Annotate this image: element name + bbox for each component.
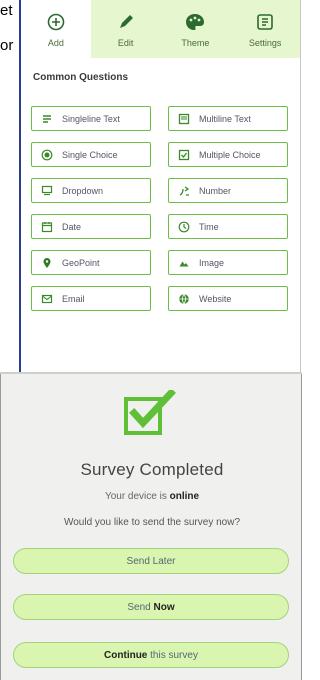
checkbox-icon: [177, 149, 191, 161]
dropdown-icon: [40, 185, 54, 197]
add-number-button[interactable]: Number: [168, 178, 288, 203]
send-now-prefix: Send: [127, 601, 151, 613]
globe-icon: [177, 293, 191, 305]
survey-completed-panel: Survey Completed Your device is online W…: [0, 374, 302, 680]
send-now-button[interactable]: Send Now: [13, 594, 289, 620]
send-later-label: Send Later: [126, 555, 176, 567]
question-type-label: Website: [199, 293, 232, 304]
add-image-button[interactable]: Image: [168, 250, 288, 275]
send-now-bold: Now: [153, 601, 175, 613]
question-type-label: Email: [62, 293, 85, 304]
question-type-label: GeoPoint: [62, 257, 100, 268]
question-type-label: Multiple Choice: [199, 149, 261, 160]
question-type-label: Singleline Text: [62, 113, 120, 124]
status-value: online: [169, 491, 200, 502]
add-circle-icon: [47, 11, 65, 33]
continue-rest: this survey: [147, 649, 198, 661]
clipped-text-line: or: [0, 37, 14, 54]
tab-settings[interactable]: Settings: [230, 0, 300, 58]
question-type-label: Date: [62, 221, 82, 232]
survey-completed-title: Survey Completed: [80, 460, 224, 479]
add-date-button[interactable]: Date: [31, 214, 151, 239]
tab-label: Edit: [117, 37, 134, 48]
clock-icon: [177, 221, 191, 233]
add-geopoint-button[interactable]: GeoPoint: [31, 250, 151, 275]
add-singleline-text-button[interactable]: Singleline Text: [31, 106, 151, 131]
question-type-label: Single Choice: [62, 149, 118, 160]
continue-survey-button[interactable]: Continue this survey: [13, 642, 289, 668]
continue-bold: Continue: [104, 649, 148, 661]
map-pin-icon: [40, 257, 54, 269]
settings-icon: [256, 11, 274, 33]
question-type-label: Time: [199, 221, 219, 232]
palette-icon: [185, 11, 205, 33]
survey-builder-panel: Add Edit Theme Settings Common Questions…: [19, 0, 301, 372]
add-dropdown-button[interactable]: Dropdown: [31, 178, 151, 203]
tab-edit[interactable]: Edit: [90, 0, 161, 58]
add-single-choice-button[interactable]: Single Choice: [31, 142, 151, 167]
camera-icon: [177, 257, 191, 269]
tab-label: Settings: [248, 37, 282, 48]
send-later-button[interactable]: Send Later: [13, 548, 289, 574]
tab-label: Theme: [181, 37, 210, 48]
add-website-button[interactable]: Website: [168, 286, 288, 311]
tab-bar: Add Edit Theme Settings: [21, 0, 300, 58]
send-question: Would you like to send the survey now?: [63, 517, 241, 528]
number-icon: [177, 185, 191, 197]
multiline-text-icon: [177, 113, 191, 125]
add-email-button[interactable]: Email: [31, 286, 151, 311]
question-type-grid: Singleline Text Multiline Text Single Ch…: [31, 106, 293, 311]
question-type-label: Dropdown: [62, 185, 104, 196]
pencil-icon: [117, 11, 135, 33]
section-title: Common Questions: [33, 72, 129, 83]
tab-add[interactable]: Add: [21, 0, 91, 58]
device-status-text: Your device is online: [1, 491, 303, 502]
tab-label: Add: [47, 37, 64, 48]
calendar-icon: [40, 221, 54, 233]
add-time-button[interactable]: Time: [168, 214, 288, 239]
clipped-text-line: et: [0, 2, 13, 19]
radio-icon: [40, 149, 54, 161]
question-type-label: Image: [199, 257, 225, 268]
survey-complete-icon: [124, 390, 176, 435]
add-multiple-choice-button[interactable]: Multiple Choice: [168, 142, 288, 167]
status-prefix: Your device is: [104, 491, 170, 502]
tab-theme[interactable]: Theme: [160, 0, 231, 58]
envelope-icon: [40, 293, 54, 305]
add-multiline-text-button[interactable]: Multiline Text: [168, 106, 288, 131]
question-type-label: Multiline Text: [199, 113, 251, 124]
singleline-text-icon: [40, 113, 54, 125]
question-type-label: Number: [199, 185, 232, 196]
